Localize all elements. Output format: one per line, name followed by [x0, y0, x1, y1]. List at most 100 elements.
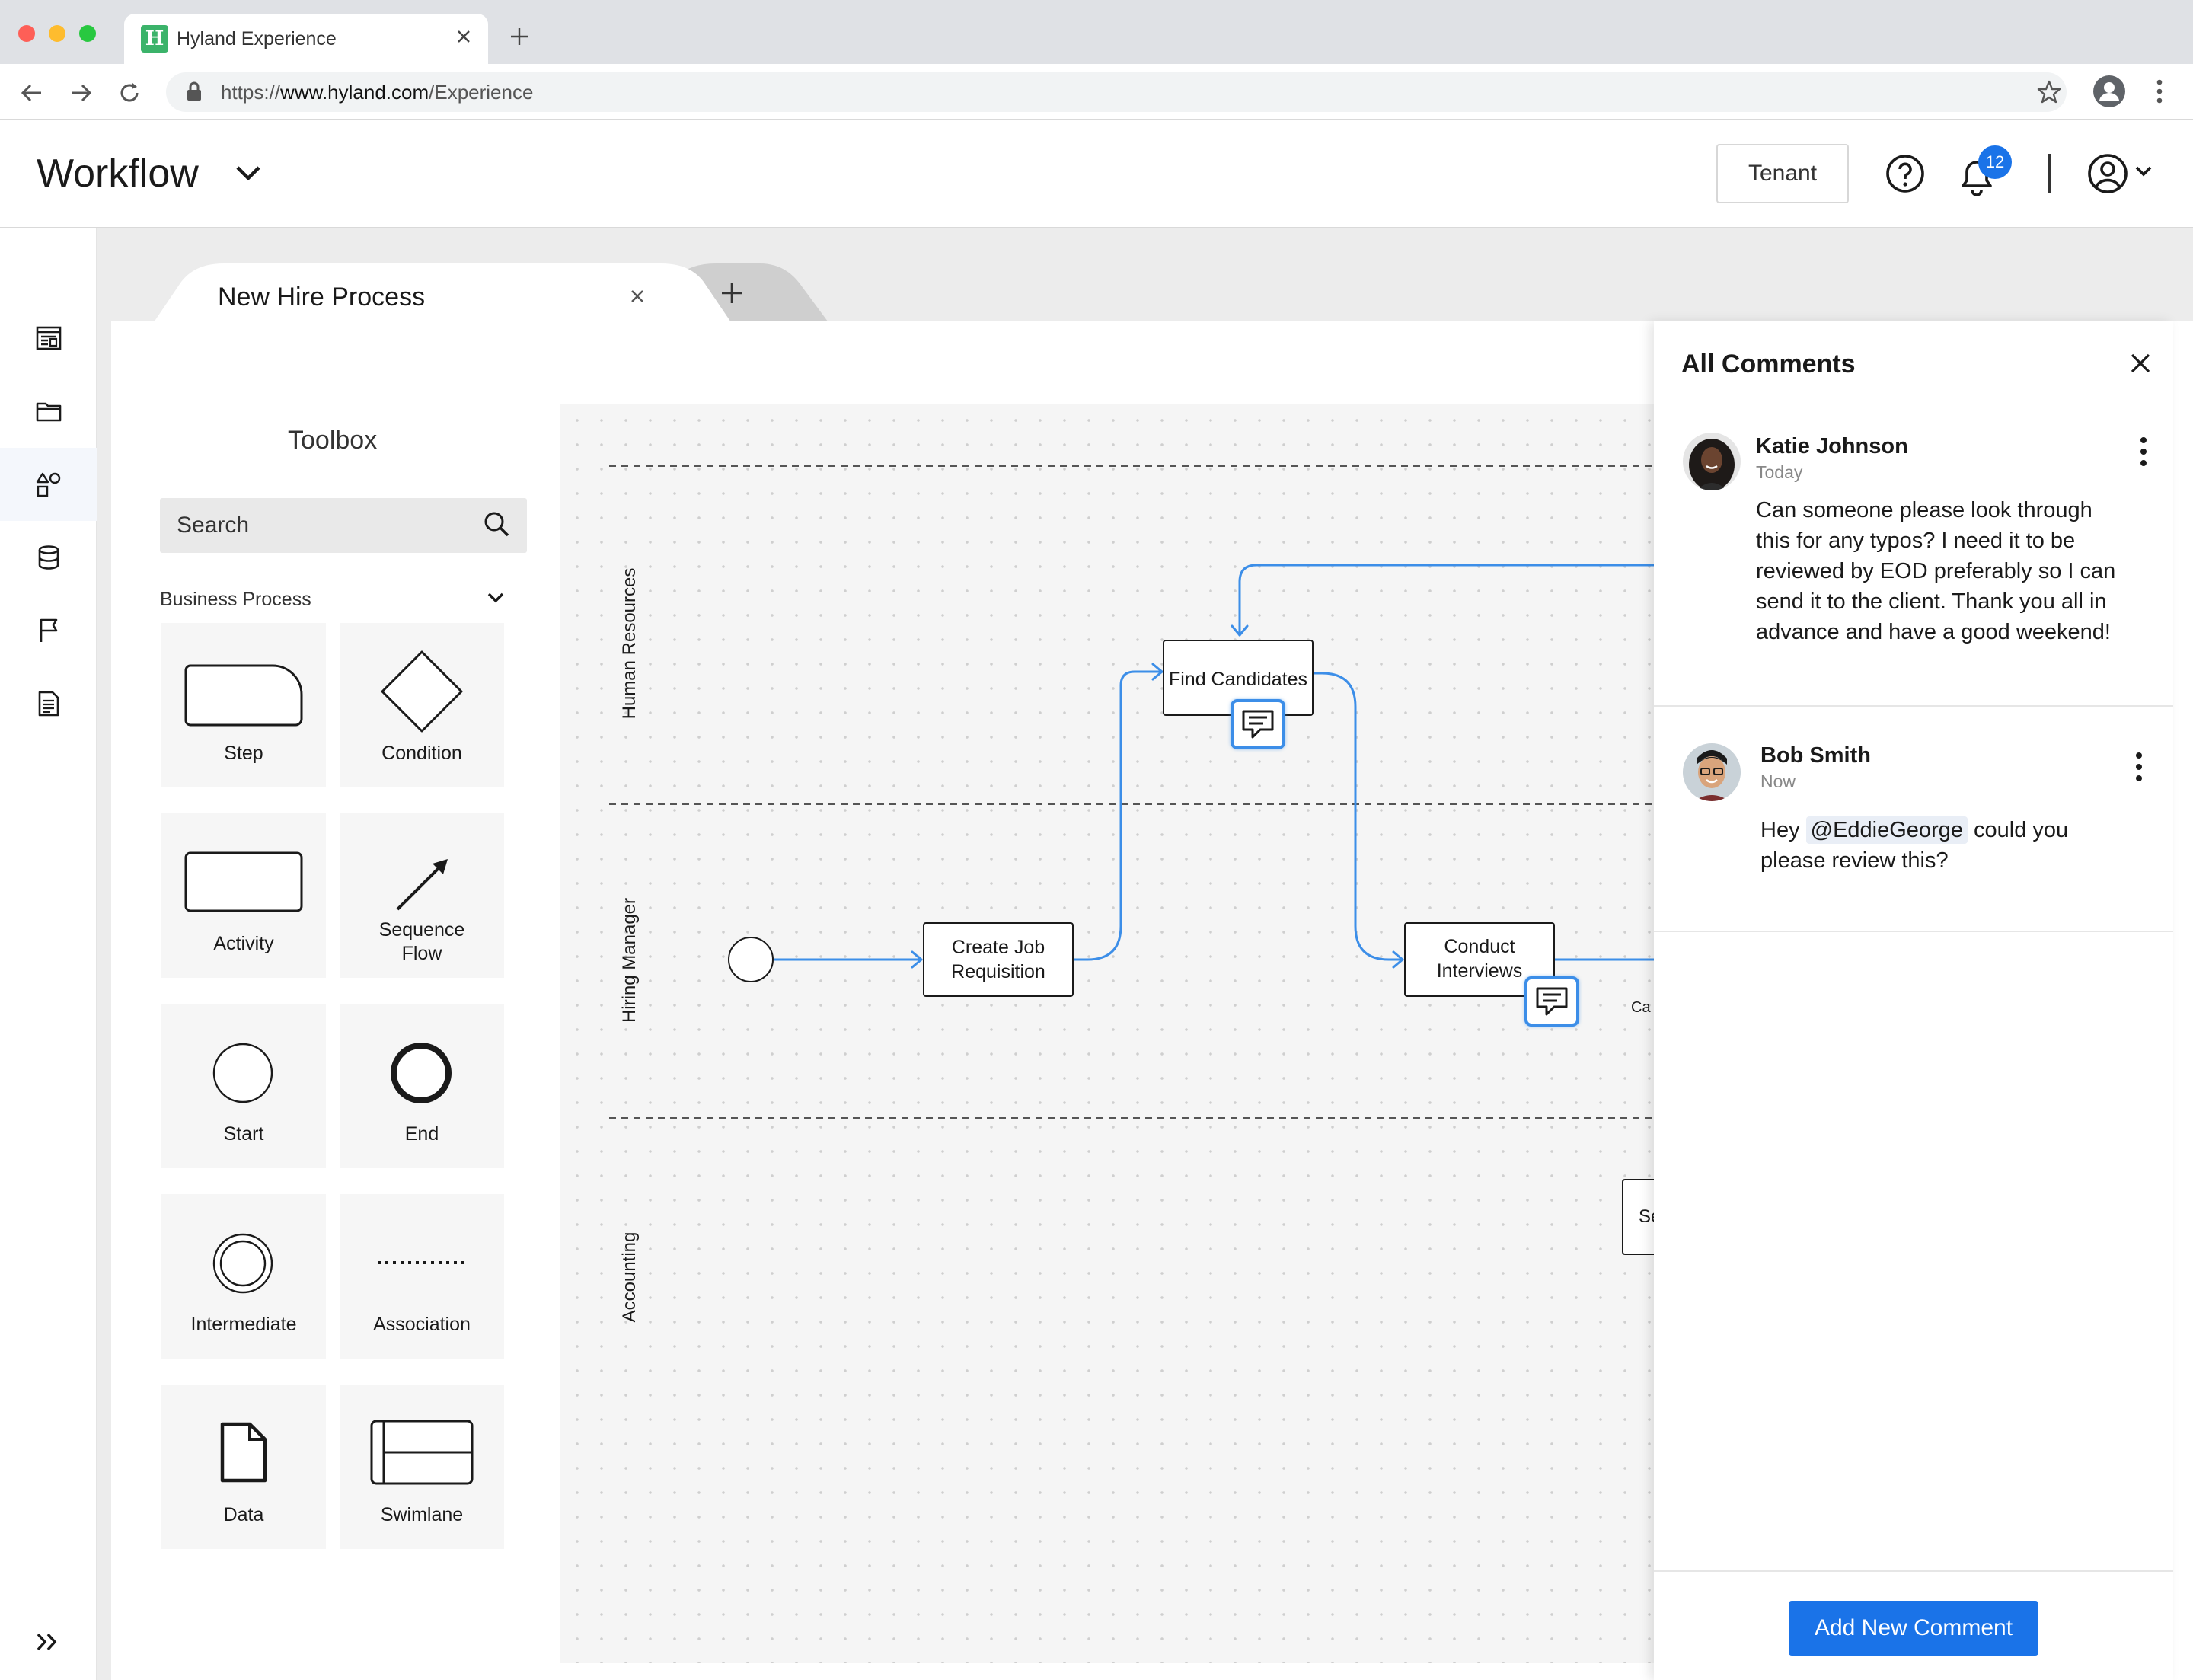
- diagram-lines: [560, 404, 1654, 1663]
- node-create-job-line2: Requisition: [951, 961, 1045, 982]
- browser-profile-icon[interactable]: [2092, 75, 2126, 108]
- node-create-job-line1: Create Job: [951, 937, 1045, 958]
- tool-step[interactable]: Step: [161, 623, 326, 787]
- close-comments-icon[interactable]: [2128, 350, 2153, 376]
- user-account-icon[interactable]: [2086, 152, 2129, 195]
- search-icon[interactable]: [481, 509, 512, 539]
- bookmark-star-icon[interactable]: [2036, 79, 2062, 105]
- arrow-icon: [396, 859, 448, 911]
- toolbox-title: Toolbox: [288, 426, 378, 455]
- maximize-window-button[interactable]: [79, 25, 96, 42]
- avatar: [1681, 431, 1742, 492]
- tool-sequence-flow[interactable]: Sequence Flow: [340, 813, 504, 978]
- document-icon: [220, 1422, 267, 1483]
- nav-database-icon[interactable]: [0, 521, 97, 594]
- thick-circle-icon: [391, 1043, 452, 1103]
- close-tab-icon[interactable]: [455, 27, 473, 46]
- lane-label-accounting: Accounting: [619, 1231, 640, 1323]
- browser-menu-icon[interactable]: [2153, 78, 2166, 105]
- node-conduct-line2: Interviews: [1436, 960, 1523, 982]
- comment-body: Hey @EddieGeorge could you please review…: [1760, 815, 2118, 876]
- close-document-tab-icon[interactable]: [629, 288, 646, 305]
- comment-bubble-icon[interactable]: [1231, 699, 1285, 749]
- lock-icon[interactable]: [186, 81, 203, 102]
- tool-condition-label: Condition: [381, 743, 462, 764]
- thin-circle-icon: [212, 1043, 273, 1103]
- lane-label-hiring-manager: Hiring Manager: [619, 897, 640, 1024]
- tool-intermediate[interactable]: Intermediate: [161, 1194, 326, 1359]
- double-circle-icon: [212, 1233, 273, 1294]
- tool-association-label: Association: [373, 1314, 471, 1335]
- tool-start[interactable]: Start: [161, 1004, 326, 1168]
- app-switcher-chevron-icon[interactable]: [233, 161, 263, 184]
- comments-footer-divider: [1654, 1570, 2173, 1572]
- tool-step-label: Step: [224, 743, 263, 764]
- header-divider: [2048, 154, 2051, 193]
- account-chevron-icon[interactable]: [2134, 163, 2153, 180]
- toolbox-search-input[interactable]: [177, 498, 466, 553]
- comment-body-prefix: Hey: [1760, 818, 1806, 842]
- user-mention[interactable]: @EddieGeorge: [1805, 816, 1968, 844]
- help-icon[interactable]: [1885, 154, 1925, 193]
- tool-association[interactable]: Association: [340, 1194, 504, 1359]
- comment-bubble-icon[interactable]: [1524, 976, 1579, 1027]
- app-header: [0, 120, 2193, 228]
- tool-condition[interactable]: Condition: [340, 623, 504, 787]
- tool-start-label: Start: [223, 1123, 264, 1145]
- avatar: [1681, 742, 1742, 803]
- comment-timestamp: Today: [1756, 462, 1803, 482]
- reload-icon[interactable]: [116, 79, 143, 107]
- minimize-window-button[interactable]: [49, 25, 65, 42]
- dotted-line-icon: [378, 1261, 466, 1264]
- tool-end-label: End: [404, 1123, 439, 1145]
- url-text[interactable]: https://www.hyland.com/Experience: [221, 72, 533, 112]
- partial-flow-label: Ca: [1631, 999, 1651, 1016]
- nav-dashboard-icon[interactable]: [0, 302, 97, 375]
- comment-author-name[interactable]: Katie Johnson: [1756, 433, 1908, 460]
- lane-label-human-resources: Human Resources: [619, 567, 640, 720]
- nav-document-icon[interactable]: [0, 667, 97, 740]
- close-window-button[interactable]: [18, 25, 35, 42]
- diamond-icon: [381, 650, 463, 733]
- tool-intermediate-label: Intermediate: [190, 1314, 297, 1335]
- tool-data-label: Data: [223, 1504, 264, 1525]
- tool-data[interactable]: Data: [161, 1385, 326, 1549]
- comment-options-icon[interactable]: [2140, 437, 2147, 466]
- tool-activity[interactable]: Activity: [161, 813, 326, 978]
- comment-divider: [1654, 931, 2173, 932]
- new-tab-icon[interactable]: [509, 26, 530, 47]
- tenant-button[interactable]: Tenant: [1716, 144, 1849, 203]
- start-event-node[interactable]: [728, 937, 774, 982]
- tool-swimlane-label: Swimlane: [380, 1504, 464, 1525]
- business-process-section-label[interactable]: Business Process: [160, 586, 311, 612]
- node-conduct-line1: Conduct: [1444, 936, 1515, 957]
- expand-nav-icon[interactable]: [34, 1631, 61, 1653]
- tool-swimlane[interactable]: Swimlane: [340, 1385, 504, 1549]
- back-arrow-icon[interactable]: [18, 79, 46, 107]
- document-tab-title[interactable]: New Hire Process: [218, 280, 425, 314]
- comment-author-name[interactable]: Bob Smith: [1760, 742, 1871, 769]
- nav-folder-icon[interactable]: [0, 375, 97, 448]
- nav-flag-icon[interactable]: [0, 594, 97, 667]
- comment-divider: [1654, 705, 2173, 707]
- notification-count-badge: 12: [1978, 145, 2012, 179]
- tool-activity-label: Activity: [213, 933, 274, 954]
- rectangle-icon: [184, 851, 303, 912]
- nav-workflow-shapes-icon[interactable]: [0, 448, 97, 521]
- tool-end[interactable]: End: [340, 1004, 504, 1168]
- comments-panel-title: All Comments: [1681, 350, 1856, 378]
- tool-sequence-flow-label: Sequence Flow: [378, 919, 465, 964]
- comment-timestamp: Now: [1760, 771, 1796, 791]
- app-title[interactable]: Workflow: [37, 151, 199, 196]
- add-new-comment-button[interactable]: Add New Comment: [1789, 1601, 2038, 1656]
- section-chevron-down-icon[interactable]: [486, 589, 506, 606]
- node-find-candidates-label: Find Candidates: [1168, 669, 1308, 690]
- swimlane-icon: [370, 1420, 474, 1485]
- hyland-favicon-icon: H: [141, 25, 168, 53]
- browser-tab-title: Hyland Experience: [177, 28, 337, 50]
- new-document-tab-plus-icon[interactable]: [719, 280, 745, 306]
- comment-options-icon[interactable]: [2135, 752, 2143, 781]
- step-shape-icon: [184, 664, 303, 727]
- forward-arrow-icon[interactable]: [67, 79, 94, 107]
- node-create-job-requisition[interactable]: Create Job Requisition: [923, 922, 1074, 997]
